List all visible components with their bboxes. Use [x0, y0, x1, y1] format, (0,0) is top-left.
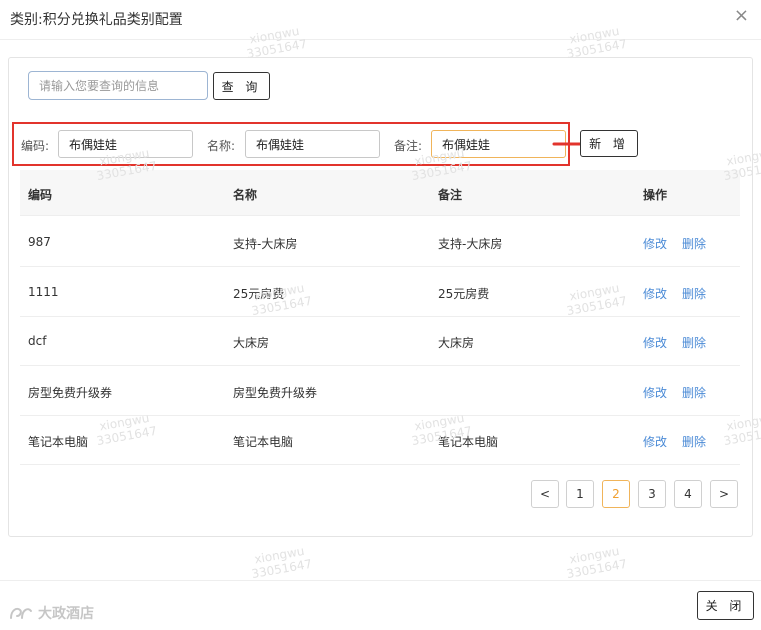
- close-icon[interactable]: ×: [734, 7, 749, 25]
- dialog-title: 类别:积分兑换礼品类别配置: [10, 12, 183, 28]
- query-button[interactable]: 查 询: [213, 72, 270, 100]
- watermark: xiongwu 33051647: [565, 543, 629, 582]
- delete-link[interactable]: 删除: [682, 285, 706, 302]
- edit-link[interactable]: 修改: [643, 433, 667, 450]
- column-header-remark: 备注: [438, 188, 463, 202]
- close-button[interactable]: 关 闭: [697, 591, 754, 620]
- footer-divider: [0, 580, 761, 581]
- cell-name: 25元房费: [233, 287, 285, 301]
- table-header: 编码 名称 备注 操作: [20, 170, 740, 216]
- column-header-code: 编码: [28, 188, 53, 202]
- cell-code: 笔记本电脑: [28, 435, 89, 449]
- cell-name: 大床房: [233, 336, 270, 350]
- delete-link[interactable]: 删除: [682, 384, 706, 401]
- cell-name: 笔记本电脑: [233, 435, 294, 449]
- cell-name: 支持-大床房: [233, 237, 298, 251]
- remark-field[interactable]: [431, 130, 566, 158]
- delete-link[interactable]: 删除: [682, 235, 706, 252]
- edit-link[interactable]: 修改: [643, 334, 667, 351]
- cell-code: 987: [28, 235, 51, 249]
- add-button[interactable]: 新 增: [580, 130, 638, 157]
- edit-link[interactable]: 修改: [643, 285, 667, 302]
- page-button-4[interactable]: 4: [674, 480, 702, 508]
- cell-remark: 大床房: [438, 336, 475, 350]
- table-row: 笔记本电脑 笔记本电脑 笔记本电脑 修改 删除: [20, 415, 740, 465]
- name-label: 名称:: [207, 139, 236, 153]
- cell-code: 1111: [28, 285, 59, 299]
- edit-link[interactable]: 修改: [643, 235, 667, 252]
- delete-link[interactable]: 删除: [682, 334, 706, 351]
- edit-link[interactable]: 修改: [643, 384, 667, 401]
- name-field[interactable]: [245, 130, 380, 158]
- table-row: dcf 大床房 大床房 修改 删除: [20, 316, 740, 366]
- column-header-actions: 操作: [643, 188, 668, 202]
- code-field[interactable]: [58, 130, 193, 158]
- page-button-3[interactable]: 3: [638, 480, 666, 508]
- dialog-header: 类别:积分兑换礼品类别配置 ×: [0, 0, 761, 40]
- cell-code: 房型免费升级券: [28, 386, 113, 400]
- cell-remark: 支持-大床房: [438, 237, 503, 251]
- code-label: 编码:: [21, 139, 50, 153]
- brand-logo-text: 大政酒店: [38, 606, 94, 622]
- page-button-1[interactable]: 1: [566, 480, 594, 508]
- cell-remark: 笔记本电脑: [438, 435, 499, 449]
- remark-label: 备注:: [394, 139, 423, 153]
- column-header-name: 名称: [233, 188, 258, 202]
- brand-logo: 大政酒店: [8, 602, 94, 624]
- table-row: 房型免费升级券 房型免费升级券 修改 删除: [20, 366, 740, 416]
- page-button-2[interactable]: 2: [602, 480, 630, 508]
- table-row: 987 支持-大床房 支持-大床房 修改 删除: [20, 217, 740, 267]
- table-row: 1111 25元房费 25元房费 修改 删除: [20, 267, 740, 317]
- cell-name: 房型免费升级券: [233, 386, 318, 400]
- next-page-button[interactable]: >: [710, 480, 738, 508]
- watermark: xiongwu 33051647: [250, 543, 314, 582]
- cell-remark: 25元房费: [438, 287, 490, 301]
- prev-page-button[interactable]: <: [531, 480, 559, 508]
- cell-code: dcf: [28, 334, 47, 348]
- brand-logo-icon: [10, 607, 32, 619]
- search-input[interactable]: [28, 71, 208, 100]
- delete-link[interactable]: 删除: [682, 433, 706, 450]
